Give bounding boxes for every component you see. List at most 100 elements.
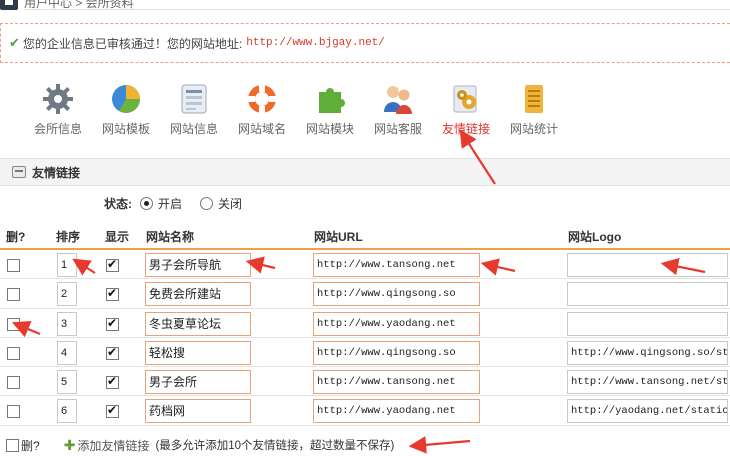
- order-input[interactable]: 3: [57, 311, 77, 336]
- table-row: 3 冬虫夏草论坛 http://www.yaodang.net: [0, 309, 730, 338]
- approval-notice: ✔ 您的企业信息已审核通过！您的网站地址: http://www.bjgay.n…: [0, 23, 730, 63]
- site-url-input[interactable]: http://www.qingsong.so: [313, 282, 480, 307]
- breadcrumb-path: 用户中心 > 会所资料: [24, 0, 730, 10]
- table-row: 6 药档网 http://www.yaodang.net http://yaod…: [0, 396, 730, 426]
- status-off-label: 关闭: [218, 197, 243, 211]
- site-name-input[interactable]: 男子会所导航: [145, 253, 251, 277]
- delete-checkbox[interactable]: [7, 376, 20, 390]
- module-club-info[interactable]: 会所信息: [24, 82, 92, 137]
- module-site-template[interactable]: 网站模板: [92, 82, 160, 137]
- show-checkbox[interactable]: [106, 345, 119, 360]
- site-logo-input[interactable]: [567, 282, 728, 307]
- table-row: 5 男子会所 http://www.tansong.net http://www…: [0, 367, 730, 397]
- table-row: 4 轻松搜 http://www.qingsong.so http://www.…: [0, 338, 730, 368]
- section-title: 友情链接: [32, 165, 81, 180]
- delete-checkbox[interactable]: [7, 346, 20, 360]
- module-label: 友情链接: [441, 122, 490, 136]
- add-limit-hint: (最多允许添加10个友情链接，超过数量不保存): [155, 440, 395, 452]
- site-logo-input[interactable]: [567, 311, 728, 336]
- site-logo-input[interactable]: http://www.tansong.net/sta: [567, 370, 728, 395]
- order-input[interactable]: 4: [57, 340, 77, 365]
- links-table-body: 1 男子会所导航 http://www.tansong.net 2 免费会所建站…: [0, 250, 730, 426]
- module-nav: 会所信息 网站模板 网站信息 网站域名 网站模块 网站客服 友情链接 网站统计: [24, 82, 568, 137]
- gears-icon: [453, 85, 477, 113]
- pie-chart-icon: [112, 85, 140, 113]
- check-icon: ✔: [9, 35, 20, 50]
- site-name-input[interactable]: 冬虫夏草论坛: [145, 311, 251, 336]
- module-site-stats[interactable]: 网站统计: [500, 82, 568, 137]
- site-logo-input[interactable]: http://www.qingsong.so/sta: [567, 340, 728, 365]
- table-row: 2 免费会所建站 http://www.qingsong.so: [0, 279, 730, 309]
- status-on-label: 开启: [158, 197, 183, 211]
- status-label: 状态:: [104, 197, 132, 211]
- lifebuoy-icon: [248, 85, 276, 113]
- module-customer-service[interactable]: 网站客服: [364, 82, 432, 137]
- table-footer: 删? ✚ 添加友情链接 (最多允许添加10个友情链接，超过数量不保存): [0, 434, 730, 456]
- module-site-domain[interactable]: 网站域名: [228, 82, 296, 137]
- delete-checkbox[interactable]: [7, 317, 20, 331]
- order-input[interactable]: 6: [57, 399, 77, 424]
- col-order: 排序: [56, 230, 81, 244]
- form-icon: [181, 84, 207, 114]
- site-logo-input[interactable]: http://yaodang.net/static/: [567, 399, 728, 424]
- notice-message: 您的企业信息已审核通过！您的网站地址:: [22, 36, 243, 51]
- breadcrumb: 用户中心 > 会所资料: [0, 0, 730, 10]
- module-label: 会所信息: [33, 122, 82, 136]
- plus-icon[interactable]: ✚: [64, 437, 76, 454]
- site-name-input[interactable]: 轻松搜: [145, 340, 251, 365]
- site-name-input[interactable]: 药档网: [145, 399, 251, 424]
- puzzle-icon: [319, 88, 345, 113]
- module-friend-links[interactable]: 友情链接: [432, 82, 500, 137]
- col-delete: 删?: [6, 230, 26, 244]
- gear-icon: [43, 84, 73, 114]
- col-show: 显示: [105, 230, 130, 244]
- show-checkbox[interactable]: [106, 257, 119, 272]
- module-label: 网站信息: [169, 122, 218, 136]
- site-url-input[interactable]: http://www.yaodang.net: [313, 311, 480, 336]
- show-checkbox[interactable]: [106, 316, 119, 331]
- site-url-input[interactable]: http://www.tansong.net: [313, 253, 480, 277]
- site-url-input[interactable]: http://www.tansong.net: [313, 370, 480, 395]
- module-label: 网站客服: [373, 122, 422, 136]
- delete-checkbox[interactable]: [7, 259, 20, 272]
- show-checkbox[interactable]: [106, 403, 119, 419]
- module-site-modules[interactable]: 网站模块: [296, 82, 364, 137]
- table-row: 1 男子会所导航 http://www.tansong.net: [0, 250, 730, 280]
- users-icon: [384, 86, 412, 114]
- breadcrumb-text: 用户中心 > 会所资料: [24, 0, 134, 10]
- site-name-input[interactable]: 免费会所建站: [145, 282, 251, 307]
- home-icon[interactable]: [0, 0, 18, 10]
- module-label: 网站统计: [509, 122, 558, 136]
- col-url: 网站URL: [314, 230, 363, 244]
- add-friend-link-button[interactable]: 添加友情链接: [77, 437, 149, 454]
- delete-checkbox[interactable]: [7, 405, 20, 419]
- site-url-input[interactable]: http://www.qingsong.so: [313, 340, 480, 365]
- site-logo-input[interactable]: [567, 253, 728, 277]
- footer-delete-label: 删?: [21, 438, 40, 453]
- col-name: 网站名称: [146, 230, 195, 244]
- status-option-on[interactable]: 开启: [140, 195, 182, 212]
- order-input[interactable]: 2: [57, 282, 77, 307]
- table-header: 删? 排序 显示 网站名称 网站URL 网站Logo: [0, 222, 730, 250]
- module-label: 网站域名: [237, 122, 286, 136]
- module-label: 网站模块: [305, 122, 354, 136]
- delete-checkbox[interactable]: [7, 288, 20, 302]
- link-section-icon: [12, 166, 26, 178]
- site-name-input[interactable]: 男子会所: [145, 370, 251, 395]
- radio-off[interactable]: [200, 197, 214, 210]
- order-input[interactable]: 1: [57, 253, 77, 277]
- col-logo: 网站Logo: [568, 230, 622, 244]
- section-header: 友情链接: [0, 158, 730, 186]
- show-checkbox[interactable]: [106, 286, 119, 302]
- radio-on[interactable]: [140, 197, 153, 210]
- show-checkbox[interactable]: [106, 374, 119, 390]
- status-option-off[interactable]: 关闭: [200, 195, 242, 212]
- select-all-delete-checkbox[interactable]: [6, 438, 19, 452]
- order-input[interactable]: 5: [57, 370, 77, 395]
- site-url-link[interactable]: http://www.bjgay.net/: [246, 37, 385, 49]
- module-site-info[interactable]: 网站信息: [160, 82, 228, 137]
- status-row: 状态: 开启 关闭: [104, 195, 260, 212]
- module-label: 网站模板: [101, 122, 150, 136]
- bar-chart-icon: [525, 85, 543, 113]
- site-url-input[interactable]: http://www.yaodang.net: [313, 399, 480, 424]
